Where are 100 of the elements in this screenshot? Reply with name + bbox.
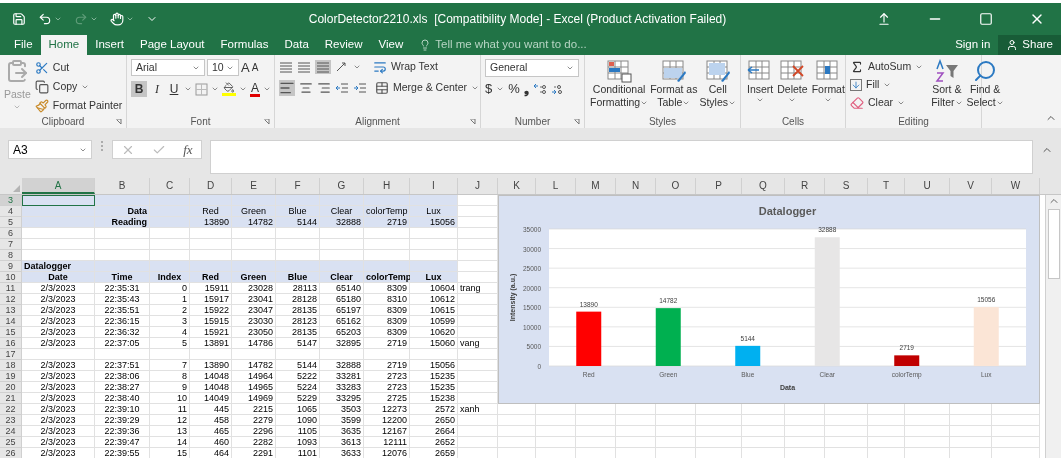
column-header[interactable]: E [232,178,276,194]
bottom-align-icon[interactable] [316,60,330,73]
cells-button[interactable]: Insert [745,59,776,114]
italic-button[interactable]: I [150,81,164,97]
redo-icon[interactable] [74,12,88,26]
styles-button[interactable]: Conditional Formatting [589,59,650,114]
dropdown-caret-icon[interactable] [566,64,574,72]
increase-decimal-icon[interactable] [532,82,547,95]
align-right-icon[interactable] [317,80,331,95]
underline-button[interactable]: U [167,81,181,97]
top-align-icon[interactable] [279,60,293,73]
ribbon-tab[interactable]: Formulas [212,35,277,55]
font-name-field[interactable]: Arial [131,59,205,76]
sort-filter-button[interactable]: Sort & Filter [931,59,963,114]
dropdown-caret-icon[interactable] [184,85,192,93]
ribbon-tab[interactable]: Home [40,35,88,55]
currency-button[interactable]: $ [485,82,493,95]
dropdown-caret-icon[interactable] [756,96,765,104]
column-header[interactable]: P [696,178,742,194]
column-header[interactable]: L [536,178,576,194]
ribbon-tab[interactable]: File [6,35,41,55]
dropdown-caret-icon[interactable] [90,15,98,23]
share-button[interactable]: Share [998,35,1061,55]
copy-button[interactable]: Copy [34,78,123,95]
align-left-icon[interactable] [279,79,295,96]
column-header[interactable]: N [616,178,656,194]
dropdown-caret-icon[interactable] [897,99,906,107]
dropdown-caret-icon[interactable] [239,85,247,93]
cells-button[interactable]: Delete [775,59,810,114]
grow-font-button[interactable]: A [241,61,250,74]
column-header[interactable]: V [950,178,992,194]
borders-icon[interactable] [195,82,208,96]
dialog-launcher-icon[interactable] [116,119,122,125]
ribbon-tab[interactable]: Insert [87,35,132,55]
column-header[interactable]: I [410,178,458,194]
column-header[interactable]: B [95,178,150,194]
orientation-icon[interactable] [335,60,349,73]
ribbon-tab[interactable]: View [370,35,412,55]
decrease-decimal-icon[interactable] [550,82,565,95]
column-header[interactable]: U [905,178,950,194]
ribbon-tab[interactable]: Data [276,35,317,55]
dialog-launcher-icon[interactable] [574,119,580,125]
undo-icon[interactable] [38,12,52,26]
drag-handle-icon[interactable] [100,140,104,152]
font-color-button[interactable]: A [250,81,260,97]
fill-button[interactable]: Fill [850,77,924,93]
column-header[interactable]: H [364,178,410,194]
autosum-button[interactable]: AutoSum [850,59,924,75]
ribbon-display-icon[interactable] [877,12,891,26]
select-all-icon[interactable] [13,185,20,192]
middle-align-icon[interactable] [297,60,311,73]
column-header[interactable]: W [992,178,1040,194]
clear-button[interactable]: Clear [850,95,924,111]
dialog-launcher-icon[interactable] [264,119,270,125]
align-center-icon[interactable] [299,80,313,95]
name-box[interactable]: A3 [8,140,92,159]
dropdown-caret-icon[interactable] [788,96,797,104]
increase-indent-icon[interactable] [353,81,367,94]
fill-color-icon[interactable] [222,82,236,96]
merge-center-button[interactable]: Merge & Center [375,79,480,96]
column-header[interactable]: F [276,178,320,194]
save-icon[interactable] [12,12,26,26]
row-header[interactable]: 4 [0,206,22,217]
shrink-font-button[interactable]: A [251,62,259,73]
dropdown-caret-icon[interactable] [263,85,271,93]
maximize-icon[interactable] [979,12,993,26]
percent-button[interactable]: % [508,82,520,95]
formula-input-field[interactable] [210,140,1033,174]
find-select-button[interactable]: Find & Select [966,59,1004,114]
column-header[interactable]: T [868,178,905,194]
row-header[interactable]: 26 [0,448,22,458]
column-header[interactable]: Q [742,178,785,194]
column-header[interactable]: G [320,178,364,194]
dropdown-caret-icon[interactable] [211,85,219,93]
row-header[interactable]: 5 [0,217,22,228]
sign-in-link[interactable]: Sign in [947,35,999,55]
bold-button[interactable]: B [131,81,147,97]
dropdown-caret-icon[interactable] [824,96,833,104]
dialog-launcher-icon[interactable] [470,119,476,125]
dropdown-caret-icon[interactable] [54,15,62,23]
column-header[interactable]: K [498,178,536,194]
column-header[interactable]: C [150,178,190,194]
insert-function-button[interactable]: fx [183,139,193,160]
scrollbar-thumb[interactable] [1047,209,1060,279]
column-header[interactable]: D [190,178,232,194]
dropdown-caret-icon[interactable] [915,63,924,71]
column-header[interactable]: M [576,178,616,194]
row-header[interactable]: 7 [0,239,22,250]
ribbon-tab[interactable]: Review [316,35,371,55]
touch-mode-icon[interactable] [110,12,124,26]
column-header[interactable]: R [785,178,825,194]
number-format-field[interactable]: General [485,59,579,77]
font-size-field[interactable]: 10 [207,59,239,76]
dropdown-caret-icon[interactable] [126,15,134,23]
row-header[interactable]: 3 [0,195,22,206]
ribbon-tab[interactable]: Page Layout [132,35,213,55]
wrap-text-button[interactable]: Wrap Text [373,59,438,75]
styles-button[interactable]: Cell Styles [698,59,738,114]
styles-button[interactable]: Format as Table [649,59,699,114]
cells-button[interactable]: Format [809,59,847,114]
